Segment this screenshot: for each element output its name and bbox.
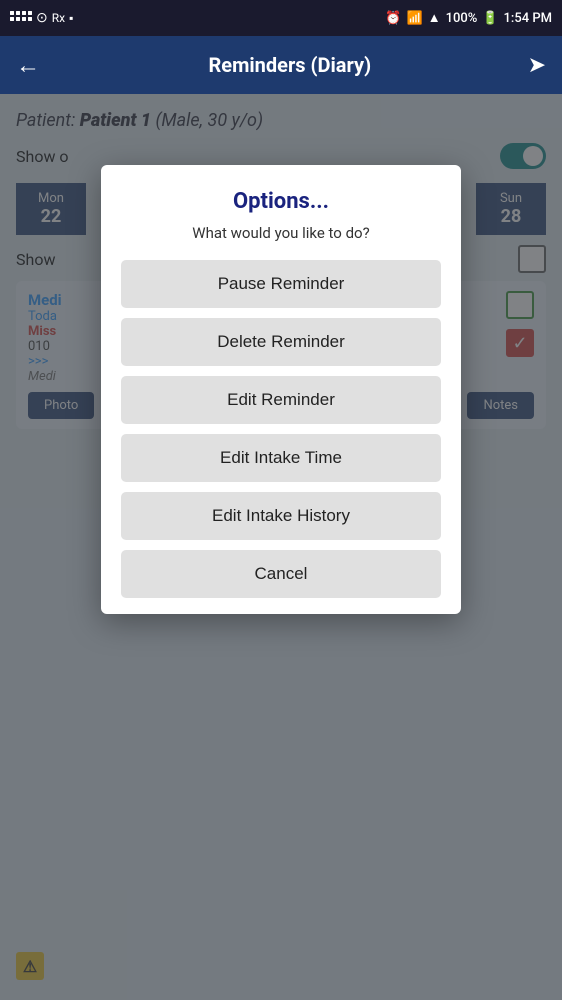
- status-right: ⏰ 📶 ▲ 100% 🔋 1:54 PM: [385, 10, 552, 26]
- status-bar: ⊙ Rx ▪ ⏰ 📶 ▲ 100% 🔋 1:54 PM: [0, 0, 562, 36]
- back-button[interactable]: ←: [16, 51, 40, 80]
- time-display: 1:54 PM: [504, 11, 553, 26]
- signal-icon: ▲: [428, 10, 441, 26]
- battery-percent: 100%: [446, 11, 478, 26]
- rx-icon: Rx: [52, 11, 65, 25]
- battery-small-icon: ▪: [69, 11, 73, 25]
- wifi-icon: 📶: [407, 11, 423, 26]
- options-dialog: Options... What would you like to do? Pa…: [101, 165, 461, 614]
- grid-icon-1: [10, 11, 32, 25]
- edit-reminder-button[interactable]: Edit Reminder: [121, 376, 441, 424]
- alarm-icon: ⏰: [385, 11, 401, 26]
- status-left: ⊙ Rx ▪: [10, 10, 73, 26]
- nav-bar: ← Reminders (Diary) ➤: [0, 36, 562, 94]
- battery-icon: 🔋: [482, 11, 498, 26]
- edit-intake-time-button[interactable]: Edit Intake Time: [121, 434, 441, 482]
- app-icon-circle: ⊙: [36, 10, 48, 26]
- dialog-subtitle: What would you like to do?: [121, 224, 441, 242]
- send-button[interactable]: ➤: [528, 53, 546, 78]
- delete-reminder-button[interactable]: Delete Reminder: [121, 318, 441, 366]
- edit-intake-history-button[interactable]: Edit Intake History: [121, 492, 441, 540]
- cancel-button[interactable]: Cancel: [121, 550, 441, 598]
- page-title: Reminders (Diary): [52, 53, 528, 77]
- pause-reminder-button[interactable]: Pause Reminder: [121, 260, 441, 308]
- dialog-title: Options...: [121, 189, 441, 214]
